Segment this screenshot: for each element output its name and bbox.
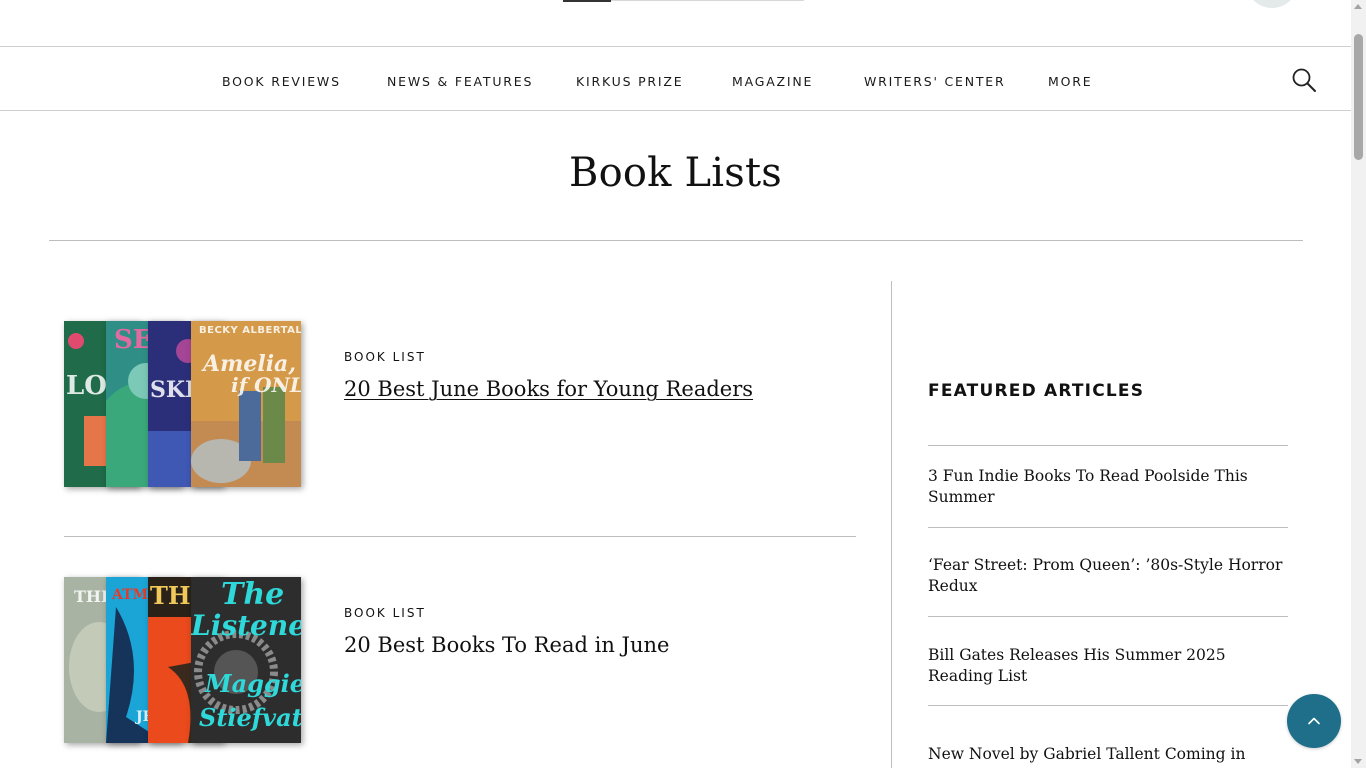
- book-cover: The Listeners Maggie Stiefvater: [191, 577, 301, 743]
- title-divider: [49, 240, 1303, 241]
- nav-item-writers-center[interactable]: WRITERS' CENTER: [864, 74, 1006, 89]
- nav-item-magazine[interactable]: MAGAZINE: [732, 74, 813, 89]
- book-covers-collage[interactable]: THE ATMO JENK THE The Listeners Maggie S…: [64, 577, 301, 743]
- featured-articles-list: 3 Fun Indie Books To Read Poolside This …: [928, 445, 1288, 768]
- featured-article-link[interactable]: 3 Fun Indie Books To Read Poolside This …: [928, 445, 1288, 527]
- scrollbar-thumb[interactable]: [1354, 34, 1363, 160]
- page-scrollbar[interactable]: [1351, 0, 1366, 768]
- back-to-top-button[interactable]: [1287, 694, 1341, 748]
- list-kicker: BOOK LIST: [344, 350, 426, 364]
- list-kicker: BOOK LIST: [344, 606, 426, 620]
- nav-item-more[interactable]: MORE: [1048, 74, 1092, 89]
- chevron-up-icon: [1308, 717, 1320, 725]
- scroll-down-arrow-icon[interactable]: [1354, 759, 1362, 764]
- site-header: [0, 0, 1351, 47]
- featured-article-link[interactable]: New Novel by Gabriel Tallent Coming in 2…: [928, 705, 1288, 768]
- header-search-underline[interactable]: [563, 0, 804, 2]
- scroll-up-arrow-icon[interactable]: [1354, 4, 1362, 9]
- featured-articles-heading: FEATURED ARTICLES: [928, 381, 1145, 401]
- list-item: LOV SE SKIP BECKY ALBERTALLI Amelia, if …: [64, 321, 856, 537]
- sidebar-divider: [891, 281, 892, 768]
- list-item: THE ATMO JENK THE The Listeners Maggie S…: [64, 577, 856, 767]
- search-icon[interactable]: [1291, 67, 1317, 93]
- nav-item-book-reviews[interactable]: BOOK REVIEWS: [222, 74, 341, 89]
- list-title-link[interactable]: 20 Best June Books for Young Readers: [344, 377, 753, 401]
- book-cover: BECKY ALBERTALLI Amelia, if ONLY: [191, 321, 301, 487]
- book-covers-collage[interactable]: LOV SE SKIP BECKY ALBERTALLI Amelia, if …: [64, 321, 301, 487]
- featured-article-link[interactable]: Bill Gates Releases His Summer 2025 Read…: [928, 616, 1288, 705]
- nav-items: BOOK REVIEWS NEWS & FEATURES KIRKUS PRIZ…: [0, 48, 1351, 111]
- logo-badge[interactable]: [1246, 0, 1298, 8]
- nav-item-news-features[interactable]: NEWS & FEATURES: [387, 74, 533, 89]
- nav-item-kirkus-prize[interactable]: KIRKUS PRIZE: [576, 74, 683, 89]
- list-title-link[interactable]: 20 Best Books To Read in June: [344, 633, 669, 657]
- featured-article-link[interactable]: ‘Fear Street: Prom Queen’: ’80s-Style Ho…: [928, 527, 1288, 616]
- main-nav: BOOK REVIEWS NEWS & FEATURES KIRKUS PRIZ…: [0, 48, 1351, 111]
- page-title: Book Lists: [569, 150, 782, 196]
- header-search-underline-active: [563, 0, 611, 2]
